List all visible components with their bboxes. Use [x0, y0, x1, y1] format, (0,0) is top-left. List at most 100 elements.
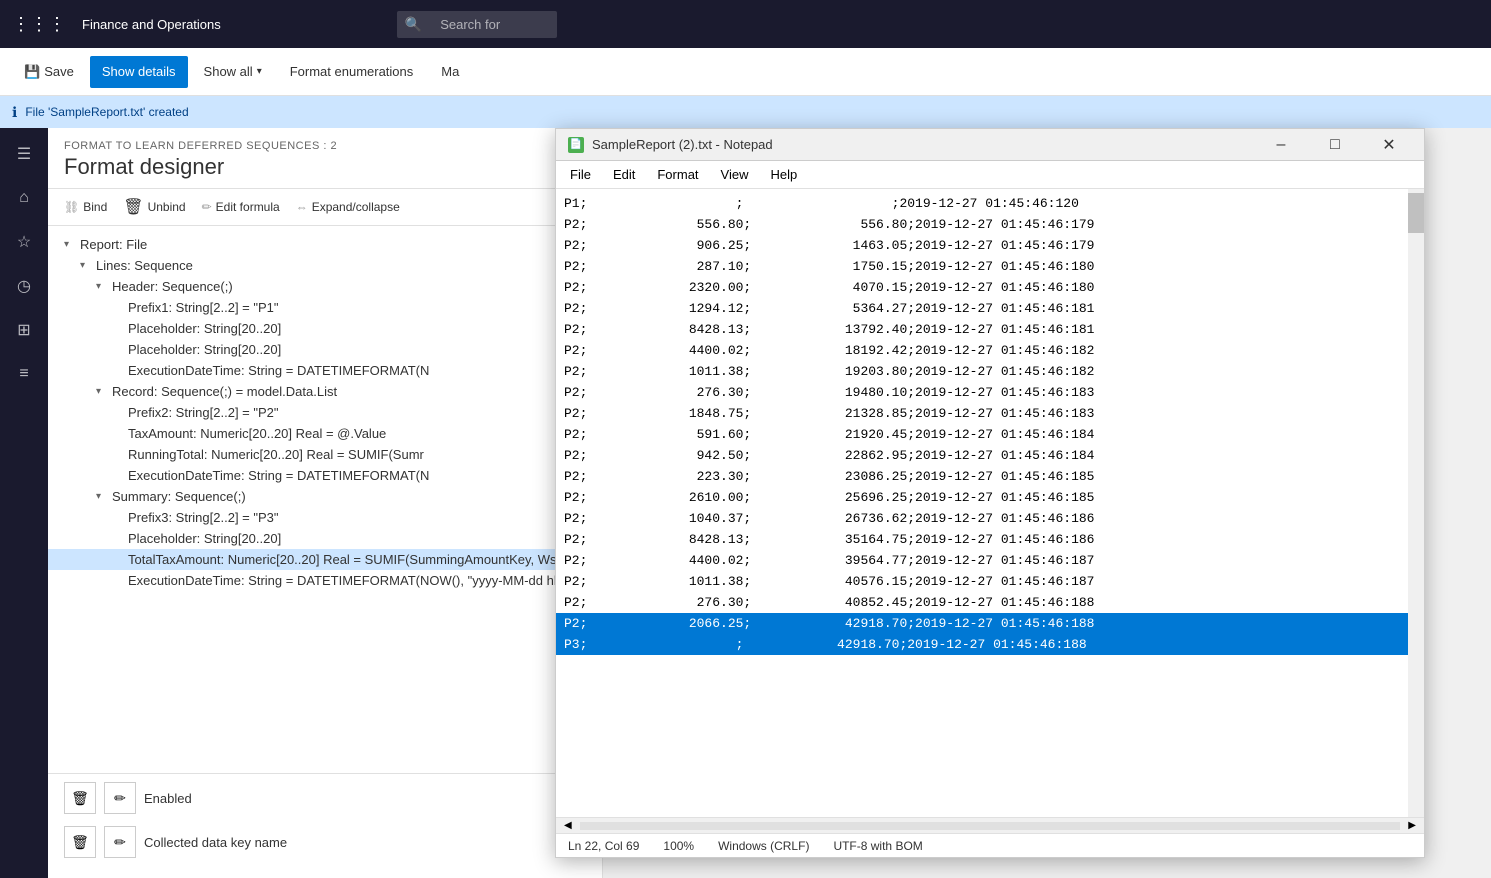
notepad-line: P2; 276.30; 19480.10;2019-12-27 01:45:46… — [556, 382, 1408, 403]
hscroll-left-button[interactable]: ◀ — [560, 820, 576, 831]
save-button[interactable]: 💾 Save — [12, 56, 86, 88]
line-ending: Windows (CRLF) — [718, 839, 809, 853]
notepad-scrollbar[interactable] — [1408, 189, 1424, 817]
tree-item[interactable]: ▾ Header: Sequence(;) — [48, 276, 602, 297]
notepad-line: P2; 1011.38; 19203.80;2019-12-27 01:45:4… — [556, 361, 1408, 382]
tree-item[interactable]: ExecutionDateTime: String = DATETIMEFORM… — [48, 570, 602, 591]
collected-key-row: 🗑 ✏ Collected data key name — [64, 826, 586, 858]
enabled-trash-button[interactable]: 🗑 — [64, 782, 96, 814]
grid-icon[interactable]: ⋮⋮⋮ — [12, 14, 66, 35]
notepad-line: P2; 1011.38; 40576.15;2019-12-27 01:45:4… — [556, 571, 1408, 592]
tree-item-label: Prefix3: String[2..2] = "P3" — [128, 510, 279, 525]
tree-item-label: Prefix2: String[2..2] = "P2" — [128, 405, 279, 420]
search-input[interactable] — [428, 11, 548, 38]
notepad-line: P2; 2320.00; 4070.15;2019-12-27 01:45:46… — [556, 277, 1408, 298]
file-menu[interactable]: File — [560, 163, 601, 186]
notepad-window: 📄 SampleReport (2).txt - Notepad – □ ✕ F… — [555, 128, 1425, 858]
expand-icon: ▾ — [96, 281, 108, 292]
tree-item[interactable]: TotalTaxAmount: Numeric[20..20] Real = S… — [48, 549, 602, 570]
notepad-menubar: File Edit Format View Help — [556, 161, 1424, 189]
unbind-icon: 🗑 — [123, 197, 143, 217]
tree-item[interactable]: Placeholder: String[20..20] — [48, 528, 602, 549]
tree-item-label: Summary: Sequence(;) — [112, 489, 246, 504]
notepad-line: P2; 8428.13; 13792.40;2019-12-27 01:45:4… — [556, 319, 1408, 340]
unbind-link[interactable]: 🗑 Unbind — [123, 197, 185, 217]
toolbar: 💾 Save Show details Show all ▾ Format en… — [0, 48, 1491, 96]
edit-formula-link[interactable]: ✏ Edit formula — [202, 200, 280, 214]
tree-item-label: Placeholder: String[20..20] — [128, 342, 281, 357]
notepad-line: P2; 942.50; 22862.95;2019-12-27 01:45:46… — [556, 445, 1408, 466]
tree-item[interactable]: TaxAmount: Numeric[20..20] Real = @.Valu… — [48, 423, 602, 444]
enabled-edit-button[interactable]: ✏ — [104, 782, 136, 814]
notepad-line: P2; 1294.12; 5364.27;2019-12-27 01:45:46… — [556, 298, 1408, 319]
save-icon: 💾 — [24, 64, 40, 80]
show-details-button[interactable]: Show details — [90, 56, 188, 88]
tree-item[interactable]: Placeholder: String[20..20] — [48, 339, 602, 360]
ma-button[interactable]: Ma — [429, 56, 471, 88]
tree-item-label: Prefix1: String[2..2] = "P1" — [128, 300, 279, 315]
tree-item[interactable]: Prefix1: String[2..2] = "P1" — [48, 297, 602, 318]
info-message: File 'SampleReport.txt' created — [25, 105, 188, 119]
cursor-position: Ln 22, Col 69 — [568, 839, 639, 853]
tree-item[interactable]: ▾Summary: Sequence(;) — [48, 486, 602, 507]
close-button[interactable]: ✕ — [1366, 129, 1412, 161]
notepad-line: P2; 223.30; 23086.25;2019-12-27 01:45:46… — [556, 466, 1408, 487]
notepad-hscrollbar[interactable]: ◀ ▶ — [556, 817, 1424, 833]
expand-icon: ▾ — [64, 239, 76, 250]
tree-item-label: Report: File — [80, 237, 147, 252]
tree-item[interactable]: ▾ Report: File — [48, 234, 602, 255]
tree-item[interactable]: Placeholder: String[20..20] — [48, 318, 602, 339]
tree-item[interactable]: RunningTotal: Numeric[20..20] Real = SUM… — [48, 444, 602, 465]
tree-container: ▾ Report: File ▾Lines: Sequence ▾ Header: Se… — [48, 226, 602, 773]
notepad-content[interactable]: P1; ; ;2019-12-27 01:45:46:120P2; 556.80… — [556, 189, 1424, 817]
tree-item-label: TotalTaxAmount: Numeric[20..20] Real = S… — [128, 552, 602, 567]
zoom-level: 100% — [663, 839, 694, 853]
format-menu[interactable]: Format — [647, 163, 708, 186]
search-icon: 🔍 — [405, 16, 422, 33]
tree-item-label: TaxAmount: Numeric[20..20] Real = @.Valu… — [128, 426, 386, 441]
maximize-button[interactable]: □ — [1312, 129, 1358, 161]
tree-item[interactable]: Prefix2: String[2..2] = "P2" — [48, 402, 602, 423]
notepad-title: SampleReport (2).txt - Notepad — [592, 137, 1250, 152]
collected-edit-button[interactable]: ✏ — [104, 826, 136, 858]
help-menu[interactable]: Help — [760, 163, 807, 186]
notepad-line: P2; 556.80; 556.80;2019-12-27 01:45:46:1… — [556, 214, 1408, 235]
notepad-line: P2; 8428.13; 35164.75;2019-12-27 01:45:4… — [556, 529, 1408, 550]
notepad-titlebar: 📄 SampleReport (2).txt - Notepad – □ ✕ — [556, 129, 1424, 161]
sidebar-item-favorites[interactable]: ☆ — [6, 224, 42, 260]
bind-link[interactable]: ⛓ Bind — [64, 200, 107, 214]
show-all-button[interactable]: Show all ▾ — [192, 56, 274, 88]
tree-item[interactable]: ▾Lines: Sequence — [48, 255, 602, 276]
tree-item[interactable]: Prefix3: String[2..2] = "P3" — [48, 507, 602, 528]
format-enum-button[interactable]: Format enumerations — [278, 56, 426, 88]
tree-item[interactable]: ▾Record: Sequence(;) = model.Data.List — [48, 381, 602, 402]
enabled-label: Enabled — [144, 791, 192, 806]
view-menu[interactable]: View — [711, 163, 759, 186]
tree-item-label: Record: Sequence(;) = model.Data.List — [112, 384, 337, 399]
scrollbar-thumb[interactable] — [1408, 193, 1424, 233]
collected-trash-button[interactable]: 🗑 — [64, 826, 96, 858]
minimize-button[interactable]: – — [1258, 129, 1304, 161]
info-icon: ℹ — [12, 104, 17, 121]
hscroll-track[interactable] — [580, 822, 1401, 830]
sidebar-item-home[interactable]: ⌂ — [6, 180, 42, 216]
encoding: UTF-8 with BOM — [833, 839, 922, 853]
notepad-app-icon: 📄 — [568, 137, 584, 153]
tree-item-label: RunningTotal: Numeric[20..20] Real = SUM… — [128, 447, 424, 462]
notepad-line: P2; 1848.75; 21328.85;2019-12-27 01:45:4… — [556, 403, 1408, 424]
sidebar-item-menu[interactable]: ☰ — [6, 136, 42, 172]
expand-collapse-link[interactable]: ⇔ Expand/collapse — [296, 200, 400, 214]
tree-item[interactable]: ExecutionDateTime: String = DATETIMEFORM… — [48, 360, 602, 381]
tree-item-label: ExecutionDateTime: String = DATETIMEFORM… — [128, 468, 429, 483]
notepad-line: P2; 1040.37; 26736.62;2019-12-27 01:45:4… — [556, 508, 1408, 529]
top-bar: ⋮⋮⋮ Finance and Operations 🔍 — [0, 0, 1491, 48]
sidebar-item-recent[interactable]: ◷ — [6, 268, 42, 304]
edit-menu[interactable]: Edit — [603, 163, 645, 186]
sidebar-item-workspaces[interactable]: ⊞ — [6, 312, 42, 348]
format-panel: FORMAT TO LEARN DEFERRED SEQUENCES : 2 F… — [48, 128, 603, 878]
hscroll-right-button[interactable]: ▶ — [1404, 820, 1420, 831]
tree-item[interactable]: ExecutionDateTime: String = DATETIMEFORM… — [48, 465, 602, 486]
tree-item-label: Header: Sequence(;) — [112, 279, 233, 294]
notepad-line: P2; 2610.00; 25696.25;2019-12-27 01:45:4… — [556, 487, 1408, 508]
sidebar-item-list[interactable]: ≡ — [6, 356, 42, 392]
